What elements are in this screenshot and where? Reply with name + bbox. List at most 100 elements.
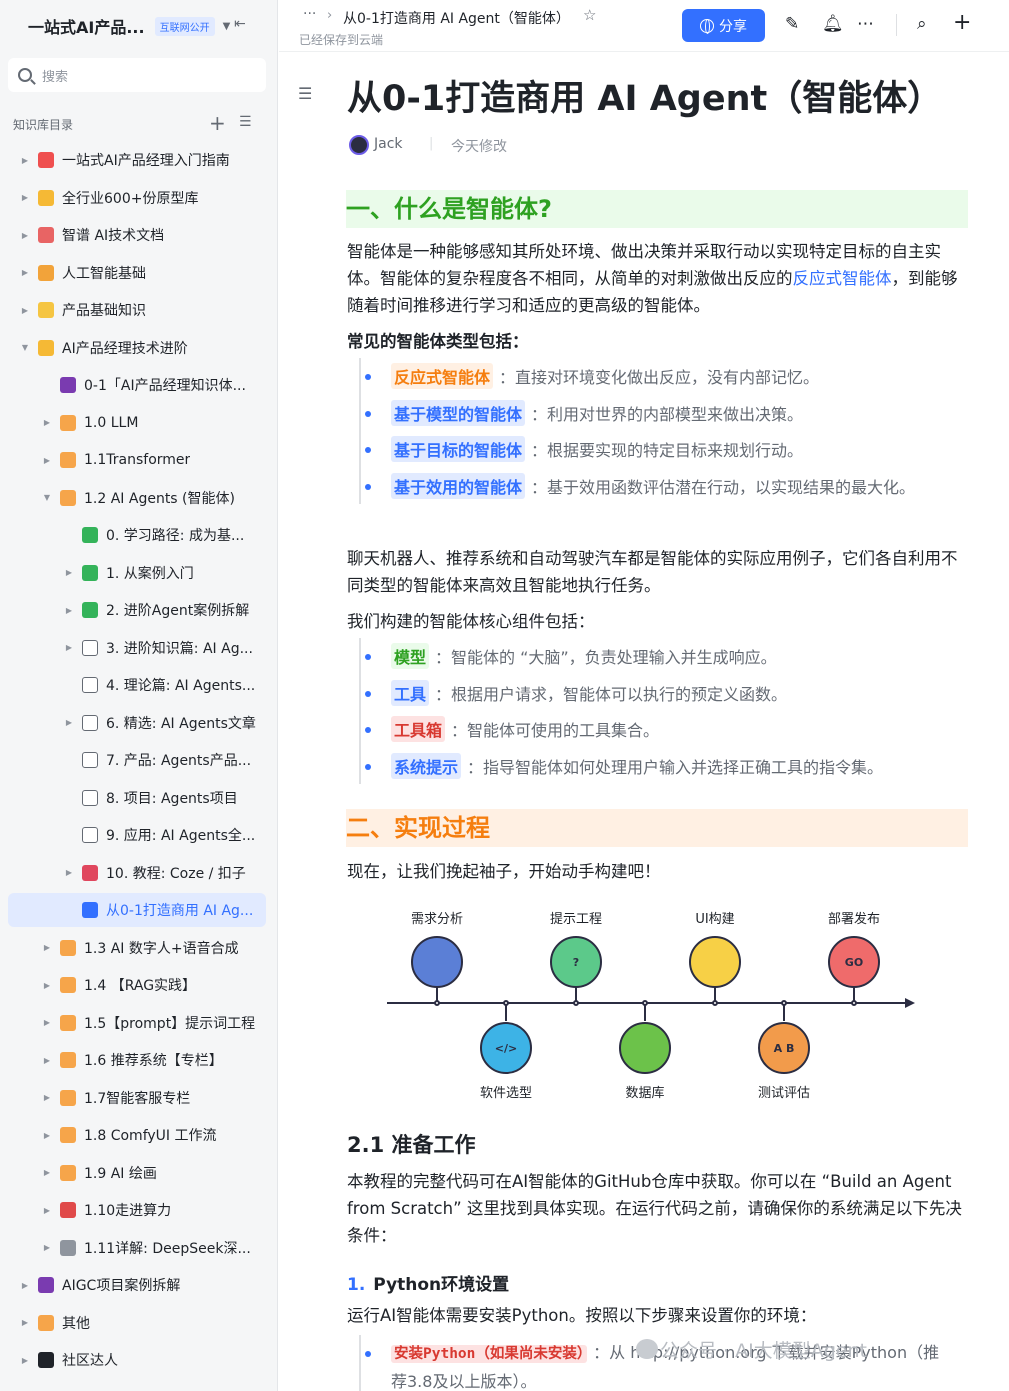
chevron-right-icon[interactable]: ▶ bbox=[20, 1318, 30, 1327]
sidebar-item[interactable]: ▶ 其他 bbox=[8, 1306, 266, 1340]
search-input[interactable]: 搜索 bbox=[8, 58, 266, 92]
chevron-right-icon[interactable]: ▶ bbox=[42, 1093, 52, 1102]
step-icon: </> bbox=[480, 1022, 532, 1074]
sidebar-item[interactable]: ▶ 1. 从案例入门 bbox=[8, 556, 266, 590]
axis-node bbox=[573, 1000, 579, 1006]
sidebar-item[interactable]: ▶ 1.0 LLM bbox=[8, 406, 266, 440]
chevron-down-icon[interactable]: ▼ bbox=[20, 343, 30, 352]
moon-icon bbox=[38, 302, 54, 318]
avatar[interactable] bbox=[349, 135, 369, 155]
intro-paragraph: 智能体是一种能够感知其所处环境、做出决策并采取行动以实现特定目标的自主实体。智能… bbox=[347, 238, 969, 319]
sidebar-item[interactable]: ▶ 一站式AI产品经理入门指南 bbox=[8, 143, 266, 177]
sidebar-item[interactable]: ▶ 1.6 推荐系统【专栏】 bbox=[8, 1043, 266, 1077]
chevron-right-icon[interactable]: ▶ bbox=[42, 1018, 52, 1027]
sidebar-item[interactable]: ▶ 1.8 ComfyUI 工作流 bbox=[8, 1118, 266, 1152]
edit-icon[interactable]: ✎ bbox=[785, 14, 799, 34]
sidebar-item[interactable]: ▶ 人工智能基础 bbox=[8, 256, 266, 290]
sidebar-item[interactable]: ▶ 1.7智能客服专栏 bbox=[8, 1081, 266, 1115]
sidebar-item-label: 0. 学习路径: 成为基... bbox=[106, 528, 245, 544]
outline-icon[interactable]: ☰ bbox=[298, 84, 312, 103]
more-breadcrumb-icon[interactable]: ··· bbox=[303, 6, 316, 22]
chevron-right-icon[interactable]: ▶ bbox=[42, 1243, 52, 1252]
chevron-right-icon[interactable]: ▶ bbox=[42, 1056, 52, 1065]
coze-icon bbox=[82, 864, 98, 881]
chevron-down-icon[interactable]: ▼ bbox=[42, 493, 52, 502]
sidebar-item[interactable]: 0-1「AI产品经理知识体... bbox=[8, 368, 266, 402]
chevron-down-icon[interactable]: ▼ bbox=[223, 21, 231, 32]
step-icon bbox=[689, 936, 741, 988]
axis-node bbox=[642, 1000, 648, 1006]
chevron-right-icon[interactable]: ▶ bbox=[64, 606, 74, 615]
chevron-right-icon[interactable]: ▶ bbox=[20, 1281, 30, 1290]
sidebar-item[interactable]: 0. 学习路径: 成为基... bbox=[8, 518, 266, 552]
bell-icon[interactable]: 🔔︎ bbox=[822, 14, 844, 34]
sidebar-item[interactable]: ▼ 1.2 AI Agents (智能体) bbox=[8, 481, 266, 515]
chevron-right-icon[interactable]: ▶ bbox=[42, 456, 52, 465]
sidebar-item-label: 3. 进阶知识篇: AI Ag... bbox=[106, 640, 253, 657]
chevron-right-icon[interactable]: ▶ bbox=[64, 718, 74, 727]
chevron-right-icon[interactable]: ▶ bbox=[20, 268, 30, 277]
search-icon[interactable]: ⌕ bbox=[917, 14, 927, 34]
sidebar-item-label: 2. 进阶Agent案例拆解 bbox=[106, 603, 250, 619]
sidebar-item[interactable]: ▼ AI产品经理技术进阶 bbox=[8, 331, 266, 365]
sidebar-item[interactable]: ▶ 1.9 AI 绘画 bbox=[8, 1156, 266, 1190]
sidebar-item[interactable]: ▶ 1.4 【RAG实践】 bbox=[8, 968, 266, 1002]
sidebar-item[interactable]: 从0-1打造商用 AI Ag... bbox=[8, 893, 266, 927]
sidebar-item[interactable]: ▶ 1.1Transformer bbox=[8, 443, 266, 477]
folder-icon bbox=[60, 489, 76, 506]
sidebar-item[interactable]: ▶ 2. 进阶Agent案例拆解 bbox=[8, 593, 266, 627]
document: ☰ 从0-1打造商用 AI Agent（智能体） Jack | 今天修改 一、什… bbox=[279, 52, 1009, 1391]
sidebar-item[interactable]: ▶ 全行业600+份原型库 bbox=[8, 181, 266, 215]
sidebar-item[interactable]: ▶ AIGC项目案例拆解 bbox=[8, 1268, 266, 1302]
sidebar-item[interactable]: ▶ 1.10走进算力 bbox=[8, 1193, 266, 1227]
sidebar-item-label: 1.9 AI 绘画 bbox=[84, 1165, 157, 1182]
author-name[interactable]: Jack bbox=[374, 136, 403, 152]
breadcrumb-doc-title[interactable]: 从0-1打造商用 AI Agent（智能体） bbox=[343, 8, 570, 28]
sidebar-item[interactable]: ▶ 10. 教程: Coze / 扣子 bbox=[8, 856, 266, 890]
sidebar-item[interactable]: ▶ 1.3 AI 数字人+语音合成 bbox=[8, 931, 266, 965]
sidebar-item-label: 从0-1打造商用 AI Ag... bbox=[106, 903, 254, 919]
install-text-2: 荐3.8及以上版本）。 bbox=[391, 1372, 537, 1391]
sidebar-item[interactable]: 4. 理论篇: AI Agents... bbox=[8, 668, 266, 702]
step-label: 软件选型 bbox=[479, 1086, 533, 1101]
sidebar-item[interactable]: ▶ 产品基础知识 bbox=[8, 293, 266, 327]
chevron-right-icon[interactable]: ▶ bbox=[20, 1356, 30, 1365]
reactive-agent-link[interactable]: 反应式智能体 bbox=[793, 269, 892, 288]
sidebar-item[interactable]: ▶ 智谱 AI技术文档 bbox=[8, 218, 266, 252]
share-button[interactable]: 分享 bbox=[682, 9, 765, 42]
sidebar-item[interactable]: ▶ 6. 精选: AI Agents文章 bbox=[8, 706, 266, 740]
space-title[interactable]: 一站式AI产品... bbox=[28, 14, 145, 38]
sidebar-item[interactable]: ▶ 1.5【prompt】提示词工程 bbox=[8, 1006, 266, 1040]
chevron-right-icon[interactable]: ▶ bbox=[42, 943, 52, 952]
chevron-right-icon[interactable]: ▶ bbox=[20, 231, 30, 240]
axis-node bbox=[712, 1000, 718, 1006]
chevron-right-icon[interactable]: ▶ bbox=[20, 306, 30, 315]
chevron-right-icon[interactable]: ▶ bbox=[64, 868, 74, 877]
more-options-icon[interactable]: ⋯ bbox=[857, 14, 874, 34]
bullet bbox=[365, 374, 371, 380]
chevron-right-icon[interactable]: ▶ bbox=[42, 1168, 52, 1177]
list-item: 基于模型的智能体 ：利用对世界的内部模型来做出决策。 bbox=[361, 395, 969, 432]
sidebar-item[interactable]: 7. 产品: Agents产品... bbox=[8, 743, 266, 777]
watermark: 公众号 · AI大模型Agent bbox=[660, 1340, 867, 1362]
chevron-right-icon[interactable]: ▶ bbox=[42, 1131, 52, 1140]
sidebar-item[interactable]: ▶ 3. 进阶知识篇: AI Ag... bbox=[8, 631, 266, 665]
heading-number: 1. bbox=[347, 1275, 366, 1295]
sidebar-item[interactable]: ▶ 1.11详解: DeepSeek深... bbox=[8, 1231, 266, 1265]
chevron-right-icon[interactable]: ▶ bbox=[42, 981, 52, 990]
chevron-right-icon[interactable]: ▶ bbox=[64, 643, 74, 652]
list-settings-icon[interactable]: ☰ bbox=[239, 114, 252, 130]
step-icon: A B bbox=[758, 1022, 810, 1074]
collapse-sidebar-icon[interactable]: ⇤ bbox=[234, 16, 252, 34]
chevron-right-icon[interactable]: ▶ bbox=[42, 1206, 52, 1215]
chevron-right-icon[interactable]: ▶ bbox=[20, 156, 30, 165]
add-icon[interactable]: + bbox=[209, 111, 226, 135]
sidebar-item[interactable]: ▶ 社区达人 bbox=[8, 1343, 266, 1377]
sidebar-item[interactable]: 8. 项目: Agents项目 bbox=[8, 781, 266, 815]
chevron-right-icon[interactable]: ▶ bbox=[64, 568, 74, 577]
add-icon[interactable]: + bbox=[953, 10, 971, 35]
chevron-right-icon[interactable]: ▶ bbox=[20, 193, 30, 202]
star-icon[interactable]: ☆ bbox=[583, 6, 596, 24]
sidebar-item[interactable]: 9. 应用: AI Agents全... bbox=[8, 818, 266, 852]
chevron-right-icon[interactable]: ▶ bbox=[42, 418, 52, 427]
